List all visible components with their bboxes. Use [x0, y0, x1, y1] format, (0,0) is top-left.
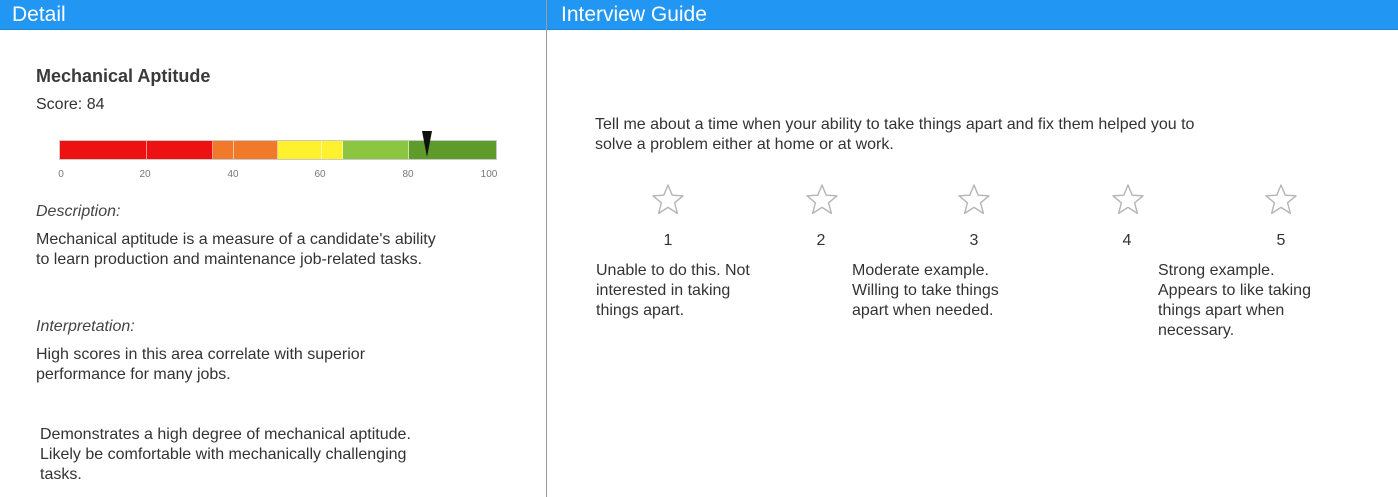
score-marker-icon	[421, 131, 432, 157]
rating-label-5: 5	[1276, 232, 1286, 249]
star-rating-4-icon[interactable]	[1111, 183, 1145, 217]
interpretation-label: Interpretation:	[36, 318, 135, 335]
description-text: Mechanical aptitude is a measure of a ca…	[36, 231, 436, 268]
scale-tick: 100	[480, 169, 498, 180]
star-rating-5-icon[interactable]	[1264, 183, 1298, 217]
star-rating-3-icon[interactable]	[957, 183, 991, 217]
anchor-high-text: Strong example. Appears to like taking t…	[1158, 262, 1311, 339]
interpretation-text: High scores in this area correlate with …	[36, 346, 366, 383]
scale-band	[212, 141, 235, 159]
scale-tick: 40	[227, 169, 239, 180]
star-rating-2-icon[interactable]	[805, 183, 839, 217]
scale-band	[60, 141, 148, 159]
trait-title: Mechanical Aptitude	[36, 66, 211, 86]
scale-band	[277, 141, 322, 159]
summary-text: Demonstrates a high degree of mechanical…	[40, 426, 411, 483]
star-rating-1-icon[interactable]	[651, 183, 685, 217]
score-label: Score: 84	[36, 96, 105, 113]
scale-tick: 0	[58, 169, 64, 180]
scale-band	[321, 141, 344, 159]
scale-band	[147, 141, 213, 159]
description-label: Description:	[36, 203, 121, 220]
detail-header: Detail	[0, 0, 546, 30]
interview-question: Tell me about a time when your ability t…	[595, 116, 1195, 153]
scale-tick: 80	[402, 169, 414, 180]
anchor-mid-text: Moderate example. Willing to take things…	[852, 262, 999, 319]
rating-label-4: 4	[1122, 232, 1132, 249]
anchor-low-text: Unable to do this. Not interested in tak…	[596, 262, 750, 319]
interview-guide-header: Interview Guide	[547, 0, 1398, 30]
rating-label-3: 3	[969, 232, 979, 249]
scale-band	[234, 141, 278, 159]
scale-tick: 20	[139, 169, 151, 180]
rating-label-1: 1	[663, 232, 673, 249]
scale-tick: 60	[314, 169, 326, 180]
rating-label-2: 2	[816, 232, 826, 249]
scale-band	[343, 141, 409, 159]
